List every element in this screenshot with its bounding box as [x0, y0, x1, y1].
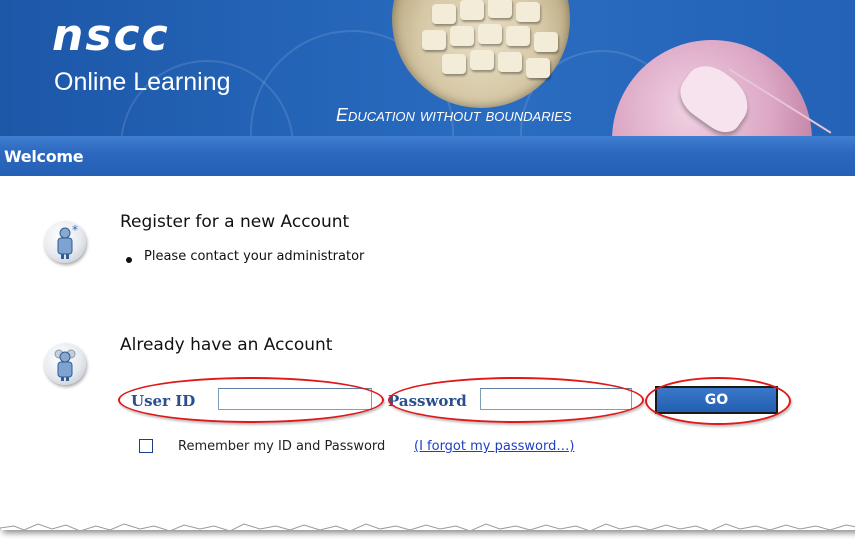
welcome-bar: Welcome — [0, 136, 858, 176]
header-banner: nscc Online Learning Education without b… — [0, 0, 858, 136]
login-page: nscc Online Learning Education without b… — [0, 0, 858, 530]
remember-label: Remember my ID and Password — [178, 439, 386, 454]
register-title: Register for a new Account — [120, 212, 350, 232]
bullet — [126, 257, 132, 263]
users-icon — [44, 343, 86, 385]
login-title: Already have an Account — [120, 335, 333, 355]
tagline: Education without boundaries — [336, 105, 572, 125]
password-label: Password — [388, 392, 467, 410]
contact-admin-text: Please contact your administrator — [144, 249, 365, 264]
torn-edge — [0, 523, 858, 530]
new-user-icon: * — [44, 221, 86, 263]
forgot-password-link[interactable]: (I forgot my password…) — [414, 439, 574, 454]
svg-text:*: * — [72, 223, 78, 237]
user-id-label: User ID — [131, 392, 196, 410]
go-button[interactable]: GO — [655, 386, 778, 414]
page-edge — [855, 0, 862, 539]
user-id-input[interactable] — [218, 388, 372, 410]
remember-checkbox[interactable] — [139, 439, 153, 453]
nscc-logo: nscc — [52, 10, 170, 61]
page-title: Welcome — [4, 147, 84, 166]
password-input[interactable] — [480, 388, 632, 410]
logo-subtitle: Online Learning — [54, 68, 231, 96]
